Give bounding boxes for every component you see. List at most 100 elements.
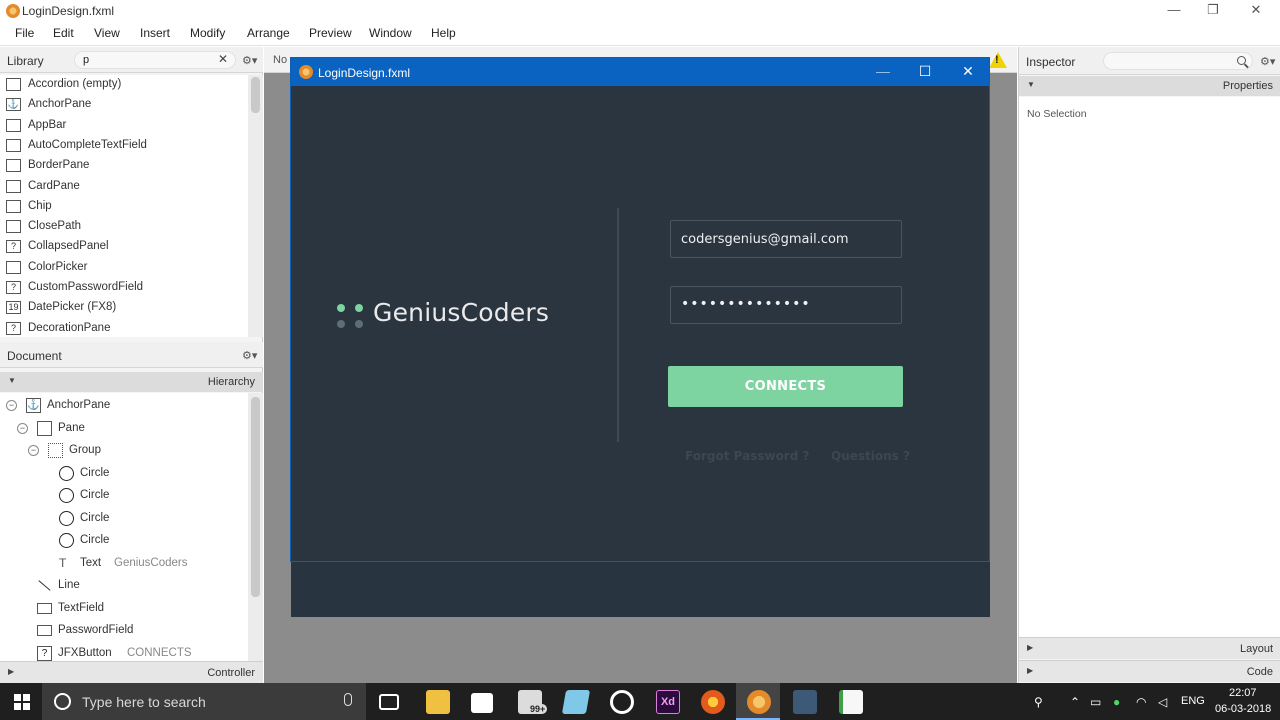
- library-item[interactable]: AppBar: [0, 116, 248, 136]
- menu-window[interactable]: Window: [369, 26, 412, 40]
- forgot-password-link[interactable]: Forgot Password ?: [685, 449, 809, 463]
- tree-node[interactable]: − ⚓ AnchorPane: [0, 395, 248, 417]
- library-gear-icon[interactable]: ⚙▾: [242, 54, 257, 67]
- tree-node[interactable]: Circle: [0, 508, 248, 530]
- library-item[interactable]: Accordion (empty): [0, 75, 248, 95]
- expand-arrow-icon: ▶: [8, 667, 15, 676]
- library-item[interactable]: ? CollapsedPanel: [0, 237, 248, 257]
- people-icon[interactable]: ⚲: [1034, 695, 1043, 709]
- firefox-icon[interactable]: [701, 690, 725, 714]
- menu-modify[interactable]: Modify: [190, 26, 225, 40]
- library-item[interactable]: ClosePath: [0, 217, 248, 237]
- code-section[interactable]: ▶ Code: [1019, 660, 1280, 682]
- language-indicator[interactable]: ENG: [1181, 695, 1205, 707]
- tree-node[interactable]: − Group: [0, 440, 248, 462]
- library-item[interactable]: ⚓ AnchorPane: [0, 95, 248, 115]
- library-item[interactable]: ? DecorationPane: [0, 319, 248, 339]
- anchor-icon: ⚓: [26, 398, 41, 413]
- tree-node[interactable]: ? JFXButton CONNECTS: [0, 643, 248, 662]
- taskbar-search-box[interactable]: Type here to search: [42, 683, 366, 720]
- search-icon-handle: [1244, 63, 1249, 69]
- tree-collapse-icon[interactable]: −: [6, 400, 17, 411]
- menu-preview[interactable]: Preview: [309, 26, 352, 40]
- tree-collapse-icon[interactable]: −: [17, 422, 28, 434]
- show-hidden-icons-icon[interactable]: ⌃: [1070, 695, 1080, 709]
- inspector-header: Inspector ⚙▾: [1019, 47, 1280, 75]
- scene-builder-taskbar-icon[interactable]: [747, 690, 771, 714]
- adobe-xd-icon[interactable]: Xd: [656, 690, 680, 714]
- inspector-search-input[interactable]: [1103, 52, 1253, 70]
- window-titlebar: LoginDesign.fxml — ❐ ✕: [0, 0, 1280, 22]
- library-item[interactable]: 19 DatePicker (FX8): [0, 298, 248, 318]
- properties-header[interactable]: ▼ Properties: [1019, 76, 1280, 96]
- menu-edit[interactable]: Edit: [53, 26, 74, 40]
- questions-link[interactable]: Questions ?: [831, 449, 910, 463]
- cardpane-icon: [6, 179, 21, 193]
- tree-node[interactable]: − Pane: [0, 418, 248, 440]
- password-field[interactable]: ••••••••••••••: [670, 286, 902, 324]
- menu-file[interactable]: File: [15, 26, 34, 40]
- closepath-icon: [6, 220, 21, 234]
- preview-maximize-button[interactable]: ☐: [915, 63, 935, 80]
- document-gear-icon[interactable]: ⚙▾: [242, 349, 257, 362]
- volume-icon[interactable]: ◁: [1158, 695, 1167, 709]
- store-icon[interactable]: [471, 693, 493, 713]
- menu-help[interactable]: Help: [431, 26, 456, 40]
- tree-node-label: PasswordField: [58, 624, 134, 636]
- clock-time[interactable]: 22:07: [1229, 687, 1257, 699]
- circle-app-icon[interactable]: [610, 690, 634, 714]
- file-app-icon[interactable]: [839, 690, 863, 714]
- tree-collapse-icon[interactable]: −: [28, 445, 39, 456]
- tree-node[interactable]: Circle: [0, 485, 248, 507]
- tree-node[interactable]: TextField: [0, 598, 248, 620]
- menu-insert[interactable]: Insert: [140, 26, 170, 40]
- library-item[interactable]: ? CustomPasswordField: [0, 278, 248, 298]
- inspector-panel: Inspector ⚙▾ ▼ Properties No Selection ▶…: [1018, 47, 1280, 683]
- tree-node[interactable]: Circle: [0, 530, 248, 552]
- hierarchy-scrollbar[interactable]: [248, 393, 263, 661]
- anchor-icon: ⚓: [6, 98, 21, 112]
- preview-close-button[interactable]: ✕: [958, 63, 978, 80]
- preview-window: LoginDesign.fxml — ☐ ✕ GeniusCoders code…: [290, 57, 990, 562]
- library-item[interactable]: ColorPicker: [0, 258, 248, 278]
- window-close-button[interactable]: ✕: [1246, 2, 1266, 18]
- email-field[interactable]: codersgenius@gmail.com: [670, 220, 902, 258]
- clear-search-icon[interactable]: ✕: [218, 52, 228, 66]
- library-scroll-thumb[interactable]: [251, 77, 260, 113]
- clock-date[interactable]: 06-03-2018: [1215, 703, 1271, 715]
- library-item[interactable]: Chip: [0, 197, 248, 217]
- menu-view[interactable]: View: [94, 26, 120, 40]
- menu-arrange[interactable]: Arrange: [247, 26, 290, 40]
- file-explorer-icon[interactable]: [426, 690, 450, 714]
- tree-node-label: TextField: [58, 601, 105, 614]
- logo-dot: [337, 320, 345, 328]
- wifi-icon[interactable]: ◠: [1136, 695, 1146, 709]
- battery-icon[interactable]: ▭: [1090, 695, 1101, 709]
- layout-section[interactable]: ▶ Layout: [1019, 637, 1280, 659]
- window-restore-button[interactable]: ❐: [1203, 2, 1223, 18]
- window-minimize-button[interactable]: —: [1164, 2, 1184, 17]
- hierarchy-scroll-thumb[interactable]: [251, 397, 260, 597]
- library-item[interactable]: AutoCompleteTextField: [0, 136, 248, 156]
- notes-app-icon[interactable]: [561, 690, 591, 714]
- netbeans-icon[interactable]: [793, 690, 817, 714]
- antivirus-icon[interactable]: ●: [1113, 695, 1120, 709]
- tree-node[interactable]: PasswordField: [0, 620, 248, 642]
- controller-label: Controller: [207, 667, 255, 679]
- tree-node[interactable]: Circle: [0, 463, 248, 485]
- tree-node[interactable]: T Text GeniusCoders: [0, 553, 248, 575]
- library-item[interactable]: BorderPane: [0, 156, 248, 176]
- hierarchy-header[interactable]: ▼ Hierarchy: [0, 372, 263, 392]
- task-view-icon[interactable]: [379, 694, 399, 710]
- start-button[interactable]: [14, 694, 30, 710]
- controller-section[interactable]: ▶ Controller: [0, 661, 263, 683]
- tree-node[interactable]: Line: [0, 575, 248, 597]
- library-scrollbar[interactable]: [248, 75, 263, 337]
- library-search-input[interactable]: [74, 51, 236, 69]
- taskbar: Type here to search 99+ Xd ⚲ ⌃ ▭ ● ◠ ◁ E…: [0, 683, 1280, 720]
- connect-button[interactable]: CONNECTS: [668, 366, 903, 407]
- inspector-gear-icon[interactable]: ⚙▾: [1260, 55, 1275, 68]
- preview-minimize-button[interactable]: —: [873, 63, 893, 79]
- library-item[interactable]: CardPane: [0, 177, 248, 197]
- microphone-icon[interactable]: [344, 693, 352, 706]
